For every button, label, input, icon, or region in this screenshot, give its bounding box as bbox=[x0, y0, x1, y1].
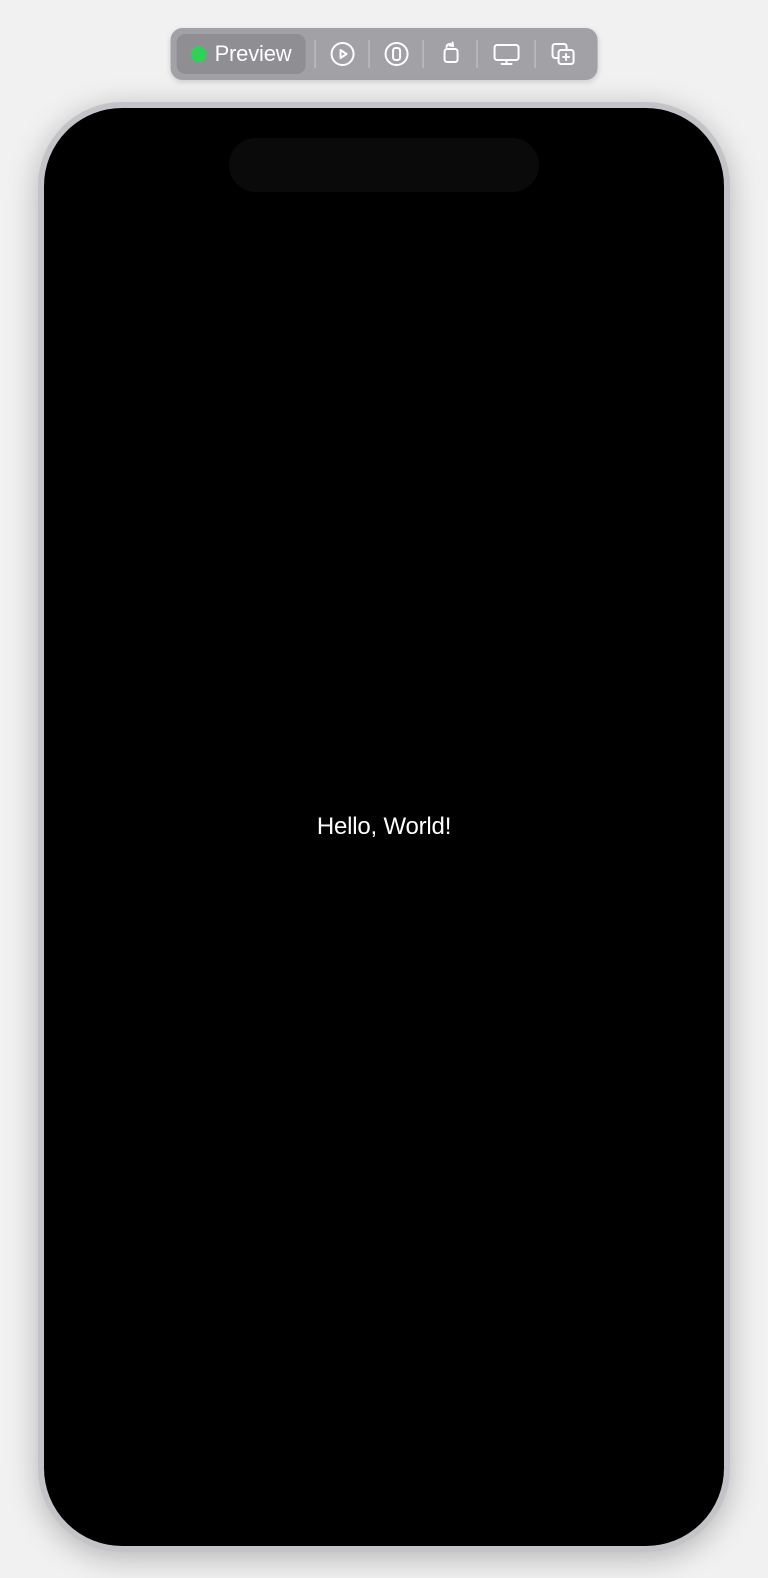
preview-toolbar: Preview bbox=[171, 28, 598, 80]
rotate-button[interactable] bbox=[437, 41, 463, 67]
rotate-icon bbox=[437, 41, 463, 67]
preview-mode-label: Preview bbox=[215, 41, 292, 67]
variants-button[interactable] bbox=[383, 41, 409, 67]
preview-mode-segment: Preview bbox=[177, 34, 316, 74]
device-screen[interactable]: Hello, World! bbox=[44, 108, 724, 1546]
variants-icon bbox=[383, 41, 409, 67]
play-circle-icon bbox=[329, 41, 355, 67]
duplicate-icon bbox=[549, 41, 577, 67]
status-dot-icon bbox=[191, 46, 207, 62]
run-button[interactable] bbox=[329, 41, 355, 67]
rotate-segment bbox=[423, 34, 477, 74]
preview-mode-button[interactable]: Preview bbox=[177, 34, 306, 74]
display-icon bbox=[491, 41, 521, 67]
content-text: Hello, World! bbox=[317, 813, 451, 841]
device-settings-button[interactable] bbox=[491, 41, 521, 67]
duplicate-preview-button[interactable] bbox=[549, 41, 577, 67]
device-segment bbox=[477, 34, 535, 74]
duplicate-segment bbox=[535, 34, 591, 74]
run-segment bbox=[315, 34, 369, 74]
device-simulator-frame: Hello, World! bbox=[38, 102, 730, 1552]
variants-segment bbox=[369, 34, 423, 74]
